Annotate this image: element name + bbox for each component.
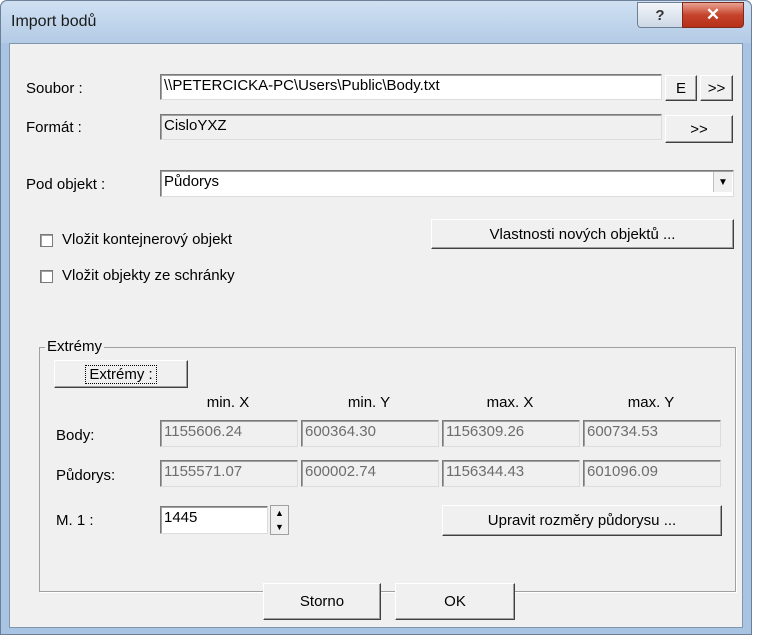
help-button[interactable]: ? xyxy=(637,2,683,28)
scale-label: M. 1 : xyxy=(56,512,94,529)
scale-spinner[interactable]: ▲ ▼ xyxy=(270,505,289,535)
spin-up-icon[interactable]: ▲ xyxy=(271,506,288,520)
soubor-browse-button[interactable]: >> xyxy=(700,75,733,101)
pudorys-min-y: 600002.74 xyxy=(301,460,439,487)
scale-input[interactable]: 1445 xyxy=(160,506,268,534)
pod-objekt-value: Půdorys xyxy=(164,173,220,190)
soubor-e-button[interactable]: E xyxy=(665,75,697,101)
pudorys-max-x: 1156344.43 xyxy=(442,460,580,487)
close-button[interactable]: ✕ xyxy=(682,2,744,28)
storno-button[interactable]: Storno xyxy=(263,583,381,620)
format-field: CisloYXZ xyxy=(160,114,662,140)
pod-objekt-select[interactable]: Půdorys ▼ xyxy=(160,170,734,197)
pod-objekt-label: Pod objekt : xyxy=(26,176,106,193)
kontejner-checkbox-label[interactable]: Vložit kontejnerový objekt xyxy=(62,231,232,248)
kontejner-checkbox[interactable] xyxy=(40,234,53,247)
col-max-y: max. Y xyxy=(627,394,675,411)
dialog-client-area: Soubor : \\PETERCICKA-PC\Users\Public\Bo… xyxy=(9,43,743,628)
body-row-label: Body: xyxy=(56,427,95,444)
col-max-x: max. X xyxy=(486,394,534,411)
body-min-y: 600364.30 xyxy=(301,420,439,447)
chevron-down-icon[interactable]: ▼ xyxy=(713,172,732,192)
soubor-label: Soubor : xyxy=(26,80,83,97)
upravit-rozmery-button[interactable]: Upravit rozměry půdorysu ... xyxy=(442,505,722,536)
body-max-x: 1156309.26 xyxy=(442,420,580,447)
pudorys-row-label: Půdorys: xyxy=(56,467,116,484)
format-label: Formát : xyxy=(26,119,82,136)
import-dialog-window: Import bodů ? ✕ Soubor : \\PETERCICKA-PC… xyxy=(0,0,752,635)
spin-down-icon[interactable]: ▼ xyxy=(271,520,288,534)
format-browse-button[interactable]: >> xyxy=(665,115,733,143)
body-max-y: 600734.53 xyxy=(583,420,721,447)
vlastnosti-button[interactable]: Vlastnosti nových objektů ... xyxy=(431,219,734,249)
title-bar[interactable]: Import bodů ? ✕ xyxy=(1,1,751,43)
pudorys-max-y: 601096.09 xyxy=(583,460,721,487)
pudorys-min-x: 1155571.07 xyxy=(160,460,298,487)
extremy-button-label: Extrémy : xyxy=(85,364,157,384)
extremy-group-title: Extrémy xyxy=(45,338,105,355)
soubor-input[interactable]: \\PETERCICKA-PC\Users\Public\Body.txt xyxy=(160,74,662,100)
col-min-y: min. Y xyxy=(347,394,391,411)
schranka-checkbox-label[interactable]: Vložit objekty ze schránky xyxy=(62,267,235,284)
dialog-title: Import bodů xyxy=(11,13,97,30)
schranka-checkbox[interactable] xyxy=(40,270,53,283)
body-min-x: 1155606.24 xyxy=(160,420,298,447)
col-min-x: min. X xyxy=(206,394,250,411)
ok-button[interactable]: OK xyxy=(395,583,515,620)
extremy-button[interactable]: Extrémy : xyxy=(54,360,188,388)
